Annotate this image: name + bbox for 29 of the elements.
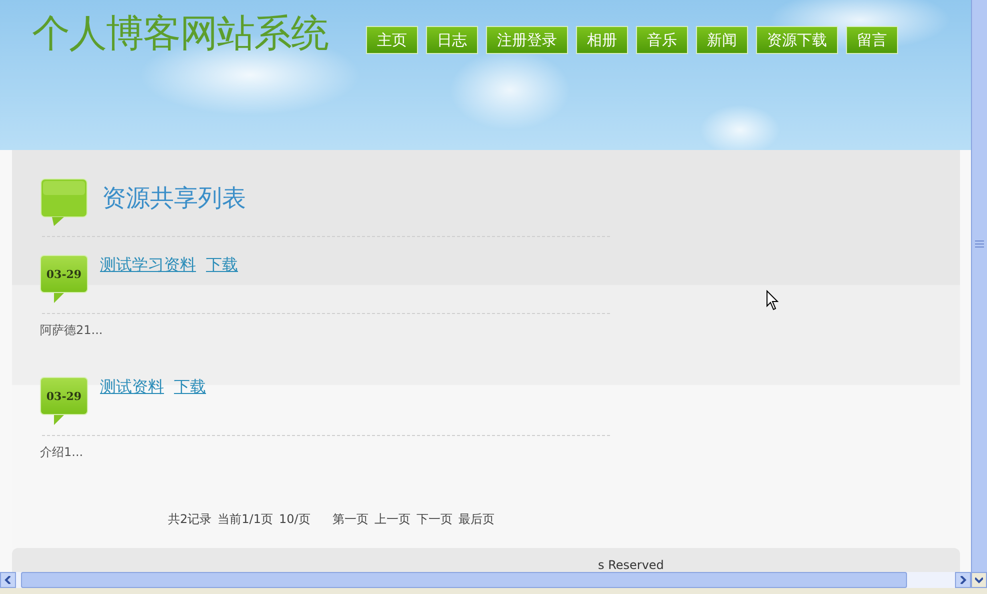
page-info: 共2记录 — [168, 511, 212, 528]
nav-button[interactable]: 注册登录 — [486, 26, 568, 54]
nav-button[interactable]: 新闻 — [696, 26, 748, 54]
nav-button[interactable]: 留言 — [846, 26, 898, 54]
nav-button[interactable]: 资源下载 — [756, 26, 838, 54]
nav-button[interactable]: 音乐 — [636, 26, 688, 54]
copyright-text: s Reserved — [598, 558, 664, 572]
pagination-link[interactable]: 上一页 — [374, 511, 410, 528]
resource-title-link[interactable]: 测试资料 — [100, 377, 164, 398]
resource-summary: 阿萨德21... — [40, 322, 103, 339]
vertical-scrollbar[interactable] — [971, 0, 987, 572]
pagination-link[interactable]: 第一页 — [332, 511, 368, 528]
page-heading: 资源共享列表 — [102, 183, 246, 214]
grip-icon — [975, 240, 984, 248]
download-link[interactable]: 下载 — [174, 377, 206, 398]
nav-button[interactable]: 相册 — [576, 26, 628, 54]
download-link[interactable]: 下载 — [206, 255, 238, 276]
site-title: 个人博客网站系统 — [32, 10, 328, 57]
mouse-pointer-icon — [766, 290, 779, 311]
page-info: 10/页 — [278, 511, 310, 528]
horizontal-scrollbar[interactable] — [0, 572, 971, 588]
pagination-link[interactable]: 最后页 — [458, 511, 494, 528]
resource-title-link[interactable]: 测试学习资料 — [100, 255, 196, 276]
resource-summary: 介绍1... — [40, 444, 84, 461]
speech-bubble-icon — [40, 178, 88, 228]
nav-button[interactable]: 日志 — [426, 26, 478, 54]
page-info: 当前1/1页 — [218, 511, 273, 528]
pagination-link[interactable]: 下一页 — [416, 511, 452, 528]
nav-button[interactable]: 主页 — [366, 26, 418, 54]
